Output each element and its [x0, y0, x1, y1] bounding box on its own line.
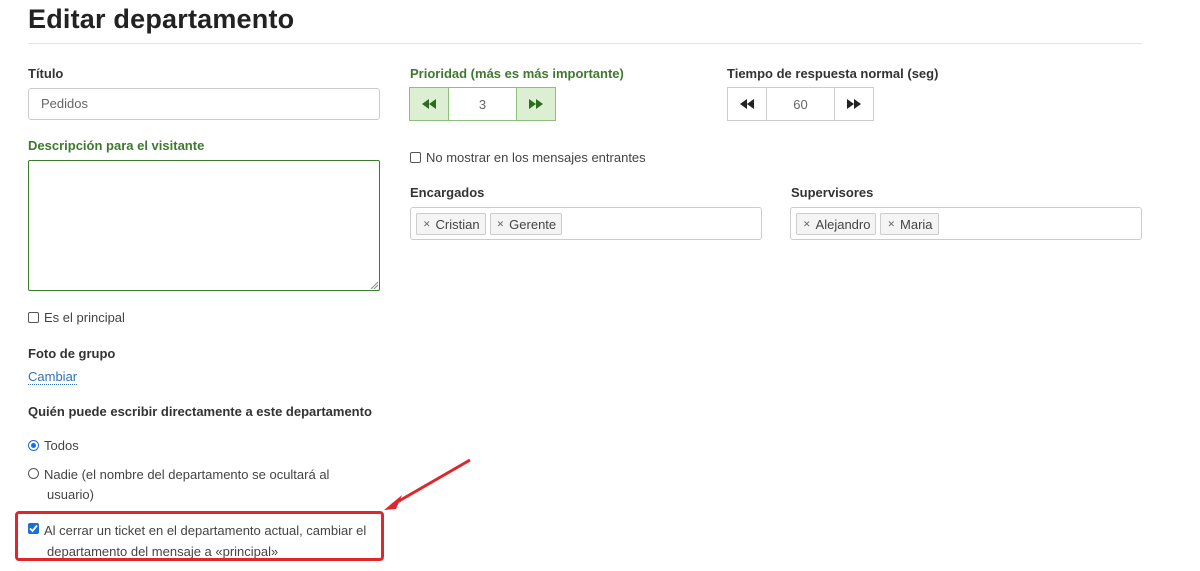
- title-divider: [28, 43, 1142, 44]
- priority-value[interactable]: 3: [448, 88, 517, 120]
- supervisor-tag: ✕ Alejandro: [796, 213, 877, 235]
- close-icon[interactable]: ✕: [803, 219, 811, 230]
- assignee-tag: ✕ Gerente: [489, 213, 563, 235]
- assignees-tag-input[interactable]: ✕ Cristian ✕ Gerente: [410, 207, 762, 240]
- priority-stepper[interactable]: 3: [409, 87, 556, 121]
- pointer-arrow-icon: [384, 458, 471, 510]
- double-chevron-left-icon: [422, 99, 436, 109]
- supervisor-tag-label: Alejandro: [815, 216, 871, 232]
- radio-all[interactable]: [28, 440, 39, 451]
- double-chevron-right-icon: [529, 99, 543, 109]
- close-icon[interactable]: ✕: [423, 219, 431, 230]
- change-photo-link[interactable]: Cambiar: [28, 369, 78, 385]
- supervisor-tag-label: Maria: [900, 216, 933, 232]
- hide-incoming-checkbox[interactable]: [410, 152, 421, 163]
- response-time-label: Tiempo de respuesta normal (seg): [727, 66, 939, 81]
- is-main-label: Es el principal: [44, 310, 125, 325]
- hide-incoming-label: No mostrar en los mensajes entrantes: [426, 150, 646, 165]
- radio-none[interactable]: [28, 468, 39, 479]
- radio-none-label-line1: Nadie (el nombre del departamento se ocu…: [44, 467, 330, 482]
- close-icon[interactable]: ✕: [887, 219, 895, 230]
- radio-none-label-line2: usuario): [47, 487, 94, 502]
- radio-all-label: Todos: [44, 438, 79, 453]
- response-time-increment-button[interactable]: [835, 88, 873, 120]
- title-input[interactable]: Pedidos: [28, 88, 380, 120]
- description-textarea[interactable]: [28, 160, 380, 291]
- priority-label: Prioridad (más es más importante): [410, 66, 624, 81]
- assignee-tag-label: Gerente: [509, 216, 557, 232]
- double-chevron-left-icon: [740, 99, 754, 109]
- group-photo-label: Foto de grupo: [28, 346, 116, 361]
- supervisors-label: Supervisores: [791, 185, 874, 200]
- highlight-box: [15, 511, 384, 561]
- radio-none-row[interactable]: Nadie (el nombre del departamento se ocu…: [28, 465, 329, 505]
- response-time-stepper[interactable]: 60: [727, 87, 874, 121]
- hide-incoming-checkbox-row[interactable]: No mostrar en los mensajes entrantes: [410, 150, 646, 165]
- radio-all-row[interactable]: Todos: [28, 438, 79, 453]
- assignees-label: Encargados: [410, 185, 485, 200]
- description-label: Descripción para el visitante: [28, 138, 205, 153]
- title-label: Título: [28, 66, 64, 81]
- close-icon[interactable]: ✕: [497, 219, 505, 230]
- is-main-checkbox[interactable]: [28, 312, 39, 323]
- response-time-decrement-button[interactable]: [728, 88, 766, 120]
- page-title: Editar departamento: [28, 4, 295, 34]
- priority-decrement-button[interactable]: [410, 88, 448, 120]
- priority-increment-button[interactable]: [517, 88, 555, 120]
- assignee-tag-label: Cristian: [435, 216, 480, 232]
- resize-grip-icon[interactable]: [370, 281, 378, 289]
- is-main-checkbox-row[interactable]: Es el principal: [28, 310, 125, 325]
- response-time-value[interactable]: 60: [766, 88, 835, 120]
- supervisor-tag: ✕ Maria: [880, 213, 939, 235]
- double-chevron-right-icon: [847, 99, 861, 109]
- who-can-write-label: Quién puede escribir directamente a este…: [28, 404, 372, 419]
- supervisors-tag-input[interactable]: ✕ Alejandro ✕ Maria: [790, 207, 1142, 240]
- assignee-tag: ✕ Cristian: [416, 213, 486, 235]
